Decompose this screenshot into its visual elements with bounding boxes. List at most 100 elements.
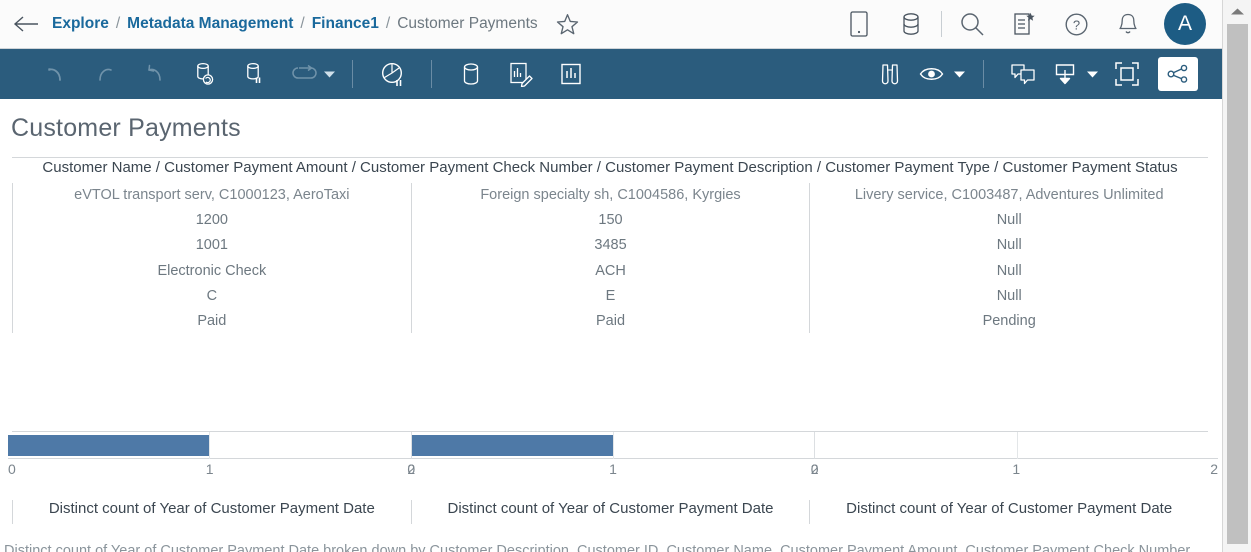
panel-payment-type: Null (810, 284, 1208, 309)
data-interpreter-button[interactable] (367, 53, 417, 95)
panel-payment-description: ACH (412, 259, 810, 284)
bar-mark[interactable] (8, 435, 209, 456)
share-button[interactable] (1158, 57, 1198, 91)
breadcrumb-separator: / (116, 15, 120, 33)
notifications-button[interactable] (1102, 0, 1154, 48)
pause-data-source-icon (242, 61, 268, 87)
panel-check-number: Null (810, 233, 1208, 258)
breadcrumb-item-explore[interactable]: Explore (52, 15, 109, 33)
new-document-button[interactable] (998, 0, 1050, 48)
help-button[interactable]: ? (1050, 0, 1102, 48)
column-header: Customer Name / Customer Payment Amount … (12, 159, 1208, 181)
mobile-device-button[interactable] (833, 0, 885, 48)
data-source-icon (901, 12, 921, 36)
comments-button[interactable] (998, 53, 1048, 95)
vertical-scrollbar[interactable] (1222, 0, 1251, 552)
x-tick-label: 0 (8, 461, 16, 477)
plot-cell-3[interactable] (814, 432, 1218, 459)
view-icon (919, 65, 945, 83)
view-button[interactable] (915, 53, 949, 95)
toolbar-divider (431, 60, 432, 88)
panel-column-1: eVTOL transport serv, C1000123, AeroTaxi… (12, 183, 411, 333)
edit-data-source-button[interactable] (496, 53, 546, 95)
breadcrumb-item-customer-payments: Customer Payments (397, 15, 537, 33)
panel-payment-status: Paid (412, 309, 810, 334)
panel-customer-label: Livery service, C1003487, Adventures Unl… (810, 183, 1208, 208)
refresh-data-source-icon (192, 61, 218, 87)
panel-column-2: Foreign specialty sh, C1004586, Kyrgies … (411, 183, 810, 333)
breadcrumb-separator: / (300, 15, 304, 33)
panel-check-number: 1001 (13, 233, 411, 258)
x-tick-label: 1 (206, 461, 214, 477)
panel-payment-description: Electronic Check (13, 259, 411, 284)
revert-icon (143, 62, 167, 86)
download-button[interactable] (1048, 53, 1082, 95)
viz-caption: Distinct count of Year of Customer Payme… (4, 540, 1204, 552)
scrollbar-thumb[interactable] (1227, 24, 1248, 544)
help-icon: ? (1064, 12, 1089, 37)
new-worksheet-icon (559, 62, 583, 86)
pause-data-source-button[interactable] (230, 53, 280, 95)
axis-title-3: Distinct count of Year of Customer Payme… (809, 500, 1208, 524)
panel-customer-label: eVTOL transport serv, C1000123, AeroTaxi (13, 183, 411, 208)
x-tick-label: 1 (1012, 461, 1020, 477)
breadcrumb-item-metadata-management[interactable]: Metadata Management (127, 15, 293, 33)
auto-update-icon (291, 64, 319, 84)
toolbar-divider (983, 60, 984, 88)
x-tick-label: 0 (407, 461, 415, 477)
full-screen-icon (1114, 61, 1140, 87)
bar-chart-plot (8, 432, 1218, 459)
x-axis-ticks: 012012012 (8, 461, 1218, 485)
svg-text:?: ? (1072, 17, 1079, 32)
new-document-icon (1013, 12, 1036, 36)
panel-payment-amount: Null (810, 208, 1208, 233)
refresh-data-source-button[interactable] (180, 53, 230, 95)
undo-button[interactable] (30, 53, 80, 95)
share-icon (1167, 64, 1189, 84)
breadcrumb-separator: / (386, 15, 390, 33)
full-screen-button[interactable] (1102, 53, 1152, 95)
plot-cell-2[interactable] (411, 432, 815, 459)
panel-payment-amount: 1200 (13, 208, 411, 233)
caret-up-icon (1230, 7, 1245, 16)
breadcrumb-item-finance1[interactable]: Finance1 (312, 15, 379, 33)
revert-button[interactable] (130, 53, 180, 95)
data-interpreter-icon (379, 61, 406, 88)
top-bar-icon-group: ? A (833, 0, 1222, 48)
new-data-source-button[interactable] (446, 53, 496, 95)
data-source-button[interactable] (885, 0, 937, 48)
chevron-down-icon (1086, 70, 1099, 79)
panel-payment-type: E (412, 284, 810, 309)
viz-toolbar (0, 49, 1222, 99)
redo-button[interactable] (80, 53, 130, 95)
panel-check-number: 3485 (412, 233, 810, 258)
scroll-up-button[interactable] (1223, 0, 1251, 22)
panel-value-grid: eVTOL transport serv, C1000123, AeroTaxi… (12, 183, 1208, 333)
arrow-left-icon (13, 15, 39, 33)
axis-title-1: Distinct count of Year of Customer Payme… (12, 500, 411, 524)
ask-data-icon (877, 61, 903, 87)
toolbar-divider (352, 60, 353, 88)
back-button[interactable] (0, 0, 52, 48)
header-top-rule (12, 157, 1208, 158)
ask-data-button[interactable] (865, 53, 915, 95)
favorite-button[interactable] (555, 12, 580, 37)
application-window: Explore / Metadata Management / Finance1… (0, 0, 1251, 552)
new-data-source-icon (460, 61, 482, 87)
download-dropdown[interactable] (1082, 70, 1102, 79)
view-dropdown[interactable] (949, 70, 969, 79)
breadcrumb: Explore / Metadata Management / Finance1… (52, 15, 538, 33)
notifications-bell-icon (1117, 12, 1139, 37)
panel-payment-amount: 150 (412, 208, 810, 233)
panel-payment-type: C (13, 284, 411, 309)
panel-customer-label: Foreign specialty sh, C1004586, Kyrgies (412, 183, 810, 208)
download-icon (1053, 62, 1077, 86)
search-button[interactable] (946, 0, 998, 48)
new-worksheet-button[interactable] (546, 53, 596, 95)
plot-cell-1[interactable] (8, 432, 411, 459)
user-avatar[interactable]: A (1164, 3, 1206, 45)
auto-update-button[interactable] (280, 53, 330, 95)
chevron-down-icon (953, 70, 966, 79)
page-title: Customer Payments (11, 114, 241, 143)
bar-mark[interactable] (412, 435, 613, 456)
